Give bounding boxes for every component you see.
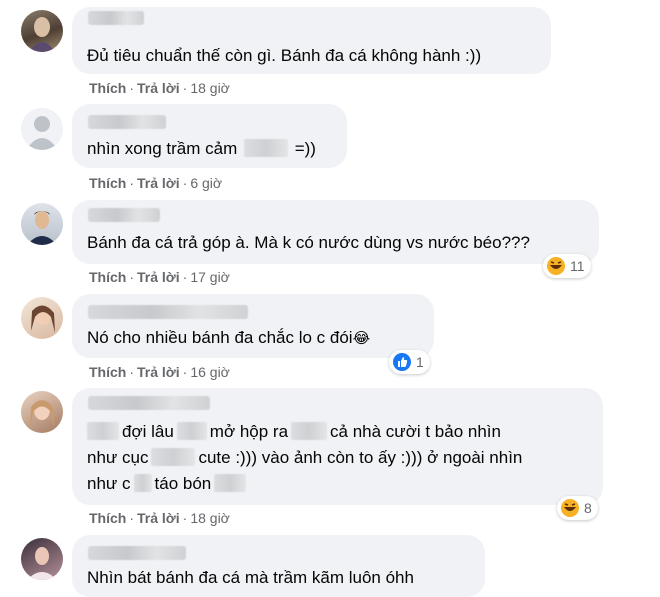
- user-photo-icon: [31, 305, 55, 333]
- reaction-badge[interactable]: 8: [557, 496, 598, 520]
- avatar[interactable]: [21, 108, 63, 150]
- comment-time[interactable]: 6 giờ: [190, 175, 222, 191]
- redacted-text: [243, 139, 288, 157]
- avatar[interactable]: [21, 391, 63, 433]
- avatar[interactable]: [21, 297, 63, 339]
- comment-time[interactable]: 17 giờ: [190, 269, 230, 285]
- reply-link[interactable]: Trả lời: [137, 80, 180, 96]
- comment-bubble: Đủ tiêu chuẩn thế còn gì. Bánh đa cá khô…: [72, 7, 551, 74]
- laughing-emoji: 😂: [352, 330, 371, 347]
- user-photo-icon: [29, 17, 55, 52]
- avatar[interactable]: [21, 538, 63, 580]
- comment-actions: Thích · Trả lời · 17 giờ: [89, 269, 230, 285]
- commenter-name-redacted[interactable]: [88, 208, 160, 222]
- redacted-text: [291, 422, 328, 440]
- reaction-badge[interactable]: 11: [543, 254, 591, 278]
- avatar[interactable]: [21, 203, 63, 245]
- comment-text: Nó cho nhiều bánh đa chắc lo c đói😂: [87, 325, 370, 351]
- user-photo-icon: [30, 400, 54, 429]
- reaction-count: 1: [416, 354, 424, 370]
- redacted-text: [214, 474, 247, 492]
- comment-text-line: như c táo bón: [87, 471, 247, 496]
- comment-text-line: đợi lâu mở hộp ra cả nhà cười t bảo nhìn: [87, 419, 501, 444]
- comment-text-part: mở hộp ra: [209, 422, 289, 441]
- comment-bubble: đợi lâu mở hộp ra cả nhà cười t bảo nhìn n…: [72, 388, 603, 505]
- comment-text-part: táo bón: [154, 474, 212, 493]
- comment-text-part: như c: [87, 474, 131, 493]
- reply-link[interactable]: Trả lời: [137, 510, 180, 526]
- comment-text-part: cute :))) vào ảnh còn to ấy :))) ở ngoài…: [198, 448, 523, 467]
- redacted-text: [151, 448, 196, 466]
- reply-link[interactable]: Trả lời: [137, 364, 180, 380]
- haha-emoji-icon: [561, 499, 579, 517]
- user-photo-icon: [27, 211, 57, 245]
- avatar[interactable]: [21, 10, 63, 52]
- redacted-text: [133, 474, 152, 492]
- commenter-name-redacted[interactable]: [88, 396, 210, 410]
- user-photo-icon: [27, 547, 57, 580]
- comment-bubble: Nhìn bát bánh đa cá mà trầm kãm luôn óhh: [72, 535, 485, 597]
- comment-time[interactable]: 18 giờ: [190, 510, 230, 526]
- redacted-text: [87, 422, 119, 440]
- comment-bubble: Bánh đa cá trả góp à. Mà k có nước dùng …: [72, 200, 599, 264]
- like-link[interactable]: Thích: [89, 510, 126, 526]
- comment-time[interactable]: 16 giờ: [190, 364, 230, 380]
- like-link[interactable]: Thích: [89, 364, 126, 380]
- comment-text: Bánh đa cá trả góp à. Mà k có nước dùng …: [87, 233, 530, 252]
- comment-text-part: đợi lâu: [122, 422, 174, 441]
- reaction-badge[interactable]: 1: [389, 350, 430, 374]
- comment-text-part: nhìn xong trầm cảm: [87, 139, 238, 158]
- commenter-name-redacted[interactable]: [88, 11, 144, 25]
- comment-bubble: nhìn xong trầm cảm =)): [72, 104, 347, 168]
- comment-text-part: như cục: [87, 448, 149, 467]
- like-link[interactable]: Thích: [89, 175, 126, 191]
- comment-text: Đủ tiêu chuẩn thế còn gì. Bánh đa cá khô…: [87, 46, 482, 65]
- commenter-name-redacted[interactable]: [88, 546, 186, 560]
- comment-text: Nhìn bát bánh đa cá mà trầm kãm luôn óhh: [87, 568, 414, 587]
- comment-text-part: Nó cho nhiều bánh đa chắc lo c đói: [87, 328, 353, 347]
- reply-link[interactable]: Trả lời: [137, 269, 180, 285]
- comment-actions: Thích · Trả lời · 6 giờ: [89, 175, 223, 191]
- comment-bubble: Nó cho nhiều bánh đa chắc lo c đói😂: [72, 294, 434, 358]
- comment-actions: Thích · Trả lời · 18 giờ: [89, 80, 230, 96]
- commenter-name-redacted[interactable]: [88, 115, 166, 129]
- comment-text-line: như cục cute :))) vào ảnh còn to ấy :))) …: [87, 445, 522, 470]
- commenter-name-redacted[interactable]: [88, 305, 248, 319]
- reply-link[interactable]: Trả lời: [137, 175, 180, 191]
- like-link[interactable]: Thích: [89, 80, 126, 96]
- comment-actions: Thích · Trả lời · 16 giờ: [89, 364, 230, 380]
- haha-emoji-icon: [547, 257, 565, 275]
- comment-actions: Thích · Trả lời · 18 giờ: [89, 510, 230, 526]
- comment-text-part: cả nhà cười t bảo nhìn: [330, 422, 501, 441]
- reaction-count: 8: [584, 500, 592, 516]
- comment-text-part: =)): [294, 139, 316, 158]
- like-link[interactable]: Thích: [89, 269, 126, 285]
- like-thumb-icon: [393, 353, 411, 371]
- default-profile-icon: [21, 108, 63, 150]
- redacted-text: [176, 422, 207, 440]
- comment-time[interactable]: 18 giờ: [190, 80, 230, 96]
- comment-text: nhìn xong trầm cảm =)): [87, 136, 316, 161]
- reaction-count: 11: [570, 258, 585, 274]
